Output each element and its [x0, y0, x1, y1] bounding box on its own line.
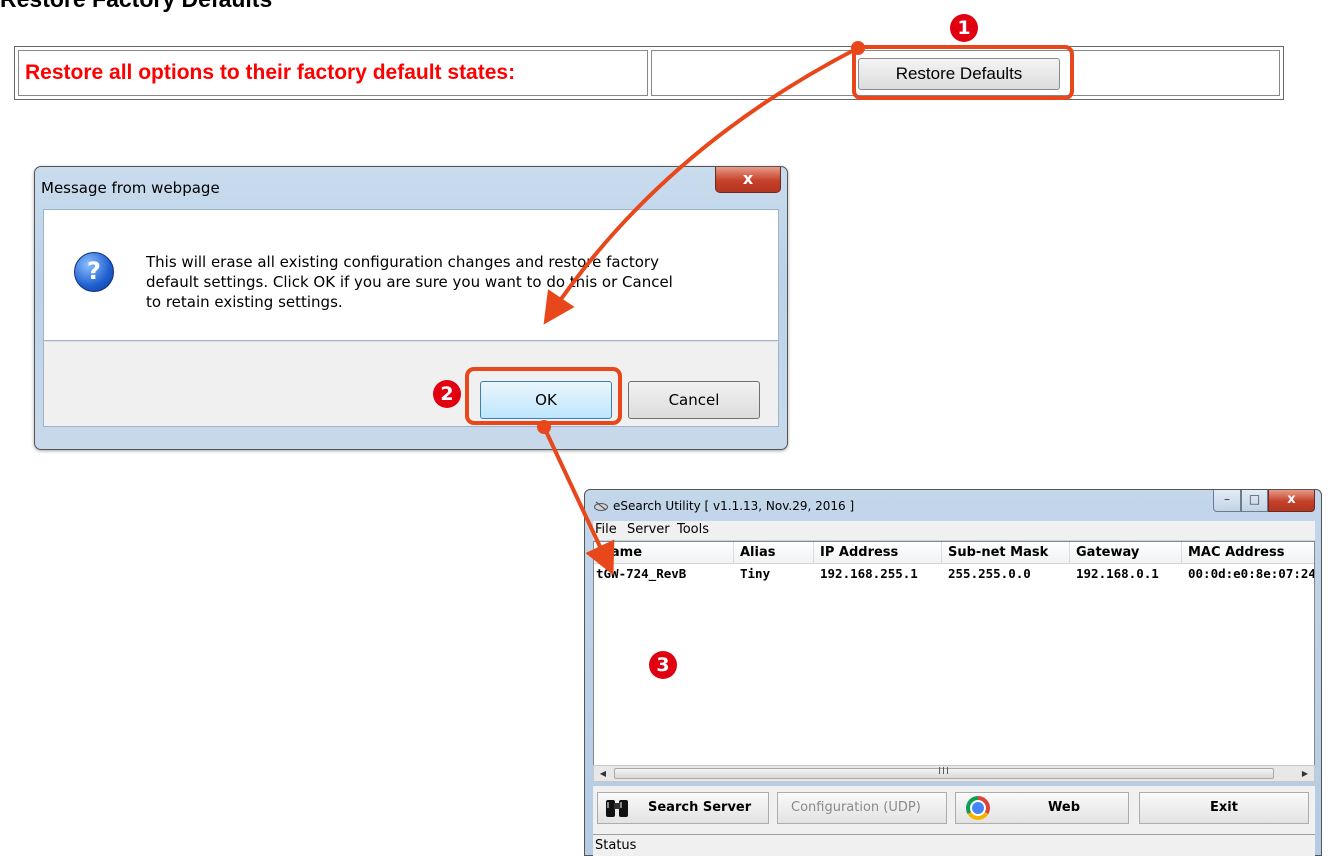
form-label: Restore all options to their factory def… [25, 61, 516, 84]
dialog-close-button[interactable]: x [715, 167, 781, 193]
dialog-title: Message from webpage [41, 179, 220, 197]
window-close-button[interactable]: x [1268, 490, 1315, 512]
scroll-left-icon[interactable]: ◀ [596, 767, 610, 780]
dialog-body: ? This will erase all existing configura… [43, 209, 779, 341]
app-icon [594, 501, 608, 511]
minimize-icon: – [1224, 492, 1230, 506]
cell-ip-address: 192.168.255.1 [820, 566, 918, 581]
column-mac-address[interactable]: MAC Address [1182, 542, 1314, 563]
form-label-cell: Restore all options to their factory def… [18, 50, 648, 96]
web-label: Web [1048, 800, 1080, 815]
column-subnet-mask[interactable]: Sub-net Mask [942, 542, 1070, 563]
list-header: Name Alias IP Address Sub-net Mask Gatew… [594, 542, 1314, 564]
highlight-restore-defaults [852, 45, 1074, 100]
status-text: Status [595, 838, 637, 853]
menu-tools[interactable]: Tools [677, 522, 709, 537]
close-icon: x [742, 169, 754, 188]
cancel-button[interactable]: Cancel [628, 381, 760, 419]
column-name[interactable]: Name [594, 542, 734, 563]
step-3-badge: 3 [649, 651, 677, 679]
page-heading: Restore Factory Defaults [0, 0, 272, 13]
menu-server[interactable]: Server [627, 522, 670, 537]
cell-subnet-mask: 255.255.0.0 [948, 566, 1031, 581]
scrollbar-thumb[interactable]: III [614, 766, 1274, 779]
search-server-label: Search Server [648, 800, 752, 815]
step-1-badge: 1 [950, 14, 978, 42]
scroll-right-icon[interactable]: ▶ [1298, 767, 1312, 780]
column-alias[interactable]: Alias [734, 542, 814, 563]
search-server-button[interactable]: Search Server [597, 792, 769, 824]
step-2-badge: 2 [433, 380, 461, 408]
grip-icon: III [938, 766, 950, 777]
status-bar: Status [593, 834, 1315, 856]
column-gateway[interactable]: Gateway [1070, 542, 1182, 563]
esearch-utility-window: eSearch Utility [ v1.1.13, Nov.29, 2016 … [584, 489, 1322, 856]
configuration-udp-label: Configuration (UDP) [791, 800, 921, 815]
cell-gateway: 192.168.0.1 [1076, 566, 1159, 581]
binoculars-icon [606, 800, 628, 817]
cell-alias: Tiny [740, 566, 771, 581]
utility-title: eSearch Utility [ v1.1.13, Nov.29, 2016 … [613, 499, 855, 513]
menubar: File Server Tools [593, 521, 1315, 540]
cell-mac-address: 00:0d:e0:8e:07:24 [1188, 566, 1315, 581]
maximize-button[interactable]: □ [1241, 490, 1268, 512]
maximize-icon: □ [1248, 492, 1261, 506]
exit-button[interactable]: Exit [1139, 792, 1309, 824]
exit-label: Exit [1210, 800, 1238, 815]
web-button[interactable]: Web [955, 792, 1129, 824]
close-icon: x [1287, 492, 1296, 507]
button-toolbar: Search Server Configuration (UDP) Web Ex… [593, 786, 1315, 834]
question-icon: ? [74, 252, 114, 292]
restore-form-table: Restore all options to their factory def… [14, 46, 1284, 100]
horizontal-scrollbar[interactable]: ◀ III ▶ [593, 765, 1315, 782]
configuration-udp-button[interactable]: Configuration (UDP) [777, 792, 947, 824]
list-item[interactable]: tGW-724_RevB Tiny 192.168.255.1 255.255.… [594, 564, 1314, 583]
menu-file[interactable]: File [595, 522, 617, 537]
chrome-icon [966, 796, 990, 820]
dialog-message: This will erase all existing configurati… [146, 253, 673, 311]
column-ip-address[interactable]: IP Address [814, 542, 942, 563]
server-list[interactable]: Name Alias IP Address Sub-net Mask Gatew… [593, 541, 1315, 773]
cell-name: tGW-724_RevB [596, 566, 687, 581]
highlight-ok [465, 367, 622, 425]
minimize-button[interactable]: – [1213, 490, 1241, 512]
